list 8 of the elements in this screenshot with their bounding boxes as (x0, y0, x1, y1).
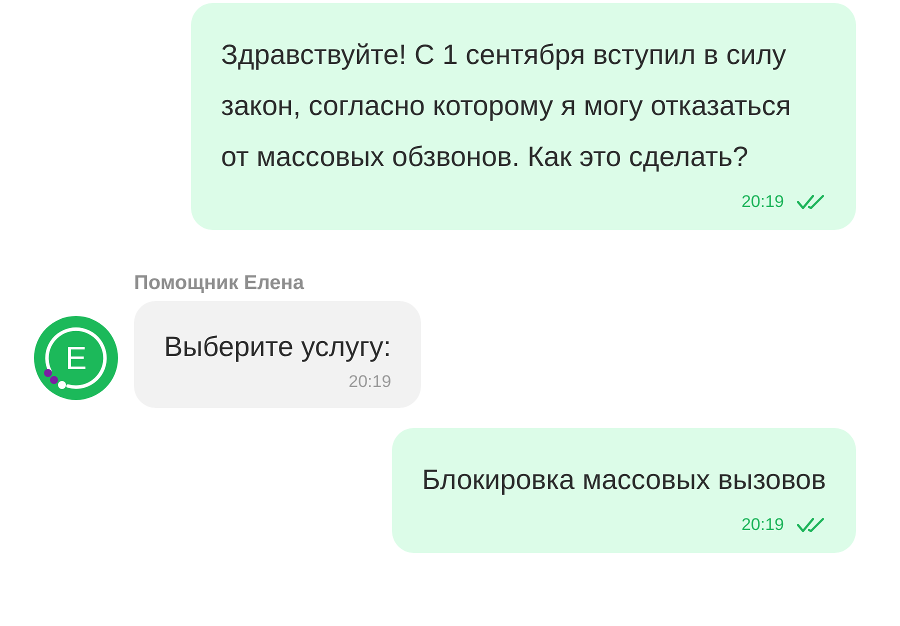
message-time: 20:19 (741, 515, 784, 535)
message-time: 20:19 (348, 372, 392, 392)
message-text: Блокировка массовых вызовов (422, 463, 826, 497)
message-time: 20:19 (741, 192, 784, 212)
message-text: Выберите услугу: (164, 330, 392, 364)
avatar-letter: E (65, 340, 87, 376)
message-text: Здравствуйте! С 1 сентября вступил в силу закон, согласно которому я могу отказаться от массовых обзвонов. Как это сделать? (221, 38, 792, 174)
sender-name: Помощник Елена (134, 272, 306, 295)
